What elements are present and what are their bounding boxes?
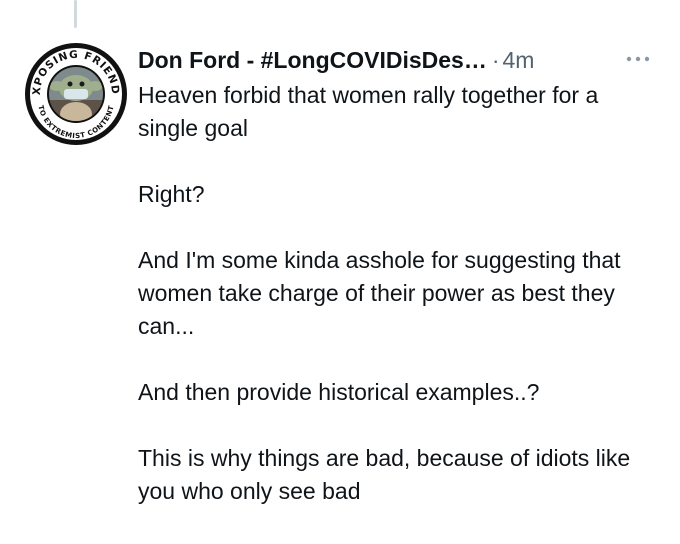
tweet-text: Heaven forbid that women rally together …: [138, 79, 658, 508]
tweet-paragraph: And then provide historical examples..?: [138, 379, 540, 405]
more-options-button[interactable]: [620, 44, 656, 74]
tweet-paragraph: Heaven forbid that women rally together …: [138, 82, 599, 141]
tweet-paragraph: Right?: [138, 181, 205, 207]
avatar-badge-icon: EXPOSING FRIENDS TO EXTREMIST CONTENT: [24, 42, 127, 145]
author-display-name[interactable]: Don Ford - #LongCOVIDisDes…: [138, 47, 487, 74]
thread-connector-line: [74, 0, 77, 28]
header-separator: ·: [491, 46, 500, 73]
tweet-paragraph: And I'm some kinda asshole for suggestin…: [138, 247, 621, 339]
avatar[interactable]: EXPOSING FRIENDS TO EXTREMIST CONTENT: [24, 42, 128, 146]
tweet-paragraph: This is why things are bad, because of i…: [138, 445, 631, 504]
tweet-timestamp[interactable]: 4m: [503, 47, 535, 74]
more-horizontal-icon: [626, 56, 650, 62]
tweet-header: Don Ford - #LongCOVIDisDes… · 4m: [138, 40, 534, 80]
